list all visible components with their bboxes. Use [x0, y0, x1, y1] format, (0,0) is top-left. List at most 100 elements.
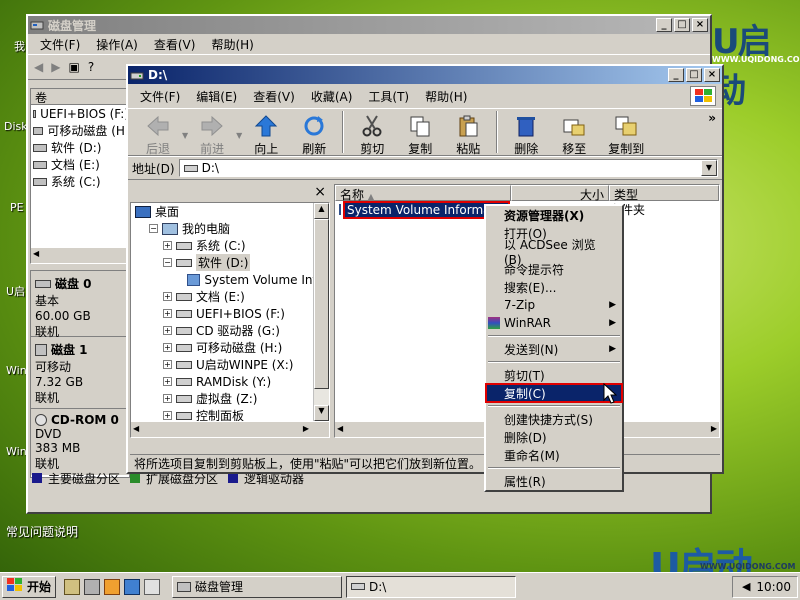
taskbar-item-explorer[interactable]: D:\	[346, 575, 517, 598]
address-input[interactable]: D:\ ▼	[178, 159, 718, 177]
quick-launch-tool-icon[interactable]	[84, 578, 101, 595]
expand-icon[interactable]: +	[163, 394, 172, 403]
tree-item[interactable]: 桌面	[131, 203, 329, 220]
context-menu-item[interactable]: 删除(D)	[486, 428, 622, 446]
tree-item[interactable]: System Volume Infor	[131, 271, 329, 288]
desktop-label[interactable]: Win	[6, 445, 27, 458]
maximize-button[interactable]: □	[674, 18, 690, 32]
address-dropdown-icon[interactable]: ▼	[701, 160, 717, 176]
copy-button[interactable]: 复制	[396, 111, 444, 157]
forward-arrow-icon[interactable]: ▶	[51, 60, 60, 74]
clock[interactable]: 10:00	[756, 580, 791, 594]
disk-0-block[interactable]: 磁盘 0 基本 60.00 GB 联机	[31, 271, 129, 339]
paste-button[interactable]: 粘贴	[444, 111, 492, 157]
delete-button[interactable]: 删除	[502, 111, 550, 157]
context-menu-item[interactable]: 复制(C)	[485, 383, 623, 403]
tree-item[interactable]: + RAMDisk (Y:)	[131, 373, 329, 390]
menu-action[interactable]: 操作(A)	[88, 36, 146, 53]
tree-item[interactable]: + 系统 (C:)	[131, 237, 329, 254]
minimize-button[interactable]: _	[656, 18, 672, 32]
tree-item[interactable]: + UEFI+BIOS (F:)	[131, 305, 329, 322]
expand-icon[interactable]: +	[163, 241, 172, 250]
back-button[interactable]: 后退	[134, 111, 182, 157]
cut-button[interactable]: 剪切	[348, 111, 396, 157]
volume-item[interactable]: UEFI+BIOS (F:)	[31, 105, 129, 122]
tree-item[interactable]: + 文档 (E:)	[131, 288, 329, 305]
quick-launch-folder-icon[interactable]	[104, 578, 121, 595]
expand-icon[interactable]: +	[163, 326, 172, 335]
scroll-left-icon[interactable]: ◀	[337, 424, 343, 433]
maximize-button[interactable]: □	[686, 68, 702, 82]
menu-favorites[interactable]: 收藏(A)	[303, 88, 361, 105]
collapse-icon[interactable]: −	[163, 258, 172, 267]
close-button[interactable]: ×	[704, 68, 720, 82]
desktop-label[interactable]: 我	[14, 38, 25, 54]
scroll-right-icon[interactable]: ▶	[711, 424, 717, 433]
desktop-label[interactable]: U启	[6, 283, 25, 299]
faq-shortcut-label[interactable]: 常见问题说明	[6, 523, 78, 540]
close-button[interactable]: ×	[692, 18, 708, 32]
folder-tree[interactable]: 桌面 − 我的电脑 + 系统 (C:) − 软件 (D:) System Volume Inf…	[130, 202, 330, 438]
volume-item[interactable]: 文档 (E:)	[31, 156, 129, 173]
context-menu-item[interactable]: 剪切(T)	[486, 366, 622, 384]
context-menu-item[interactable]: 7-Zip ▶	[486, 296, 622, 314]
context-menu-item[interactable]: 以 ACDSee 浏览(B)	[486, 238, 622, 267]
tree-hscrollbar[interactable]: ◀ ▶	[131, 421, 329, 437]
tree-item[interactable]: + 可移动磁盘 (H:)	[131, 339, 329, 356]
scroll-up-icon[interactable]: ▲	[314, 203, 329, 219]
taskbar-item-disk-management[interactable]: 磁盘管理	[172, 575, 343, 598]
minimize-button[interactable]: _	[668, 68, 684, 82]
column-size[interactable]: 大小	[511, 185, 609, 202]
toolbar-more-icon[interactable]: »	[708, 111, 716, 125]
explorer-titlebar[interactable]: D:\ _ □ ×	[128, 66, 722, 84]
volume-hscrollbar[interactable]: ◀	[31, 247, 129, 263]
expand-icon[interactable]: +	[163, 411, 172, 420]
tree-item[interactable]: + U启动WINPE (X:)	[131, 356, 329, 373]
desktop-label[interactable]: Disk	[4, 120, 28, 133]
tree-item[interactable]: + CD 驱动器 (G:)	[131, 322, 329, 339]
volume-icon[interactable]: ◀	[742, 580, 750, 593]
tree-item[interactable]: − 我的电脑	[131, 220, 329, 237]
expand-icon[interactable]: +	[163, 377, 172, 386]
disk-management-titlebar[interactable]: 磁盘管理 _ □ ×	[28, 16, 710, 34]
expand-icon[interactable]: +	[163, 360, 172, 369]
console-tree-icon[interactable]: ▣	[68, 60, 79, 74]
menu-help[interactable]: 帮助(H)	[417, 88, 475, 105]
menu-help[interactable]: 帮助(H)	[203, 36, 261, 53]
scroll-left-icon[interactable]: ◀	[133, 424, 139, 433]
menu-view[interactable]: 查看(V)	[146, 36, 204, 53]
quick-launch-desktop-icon[interactable]	[64, 578, 81, 595]
copy-to-button[interactable]: 复制到	[598, 111, 654, 157]
desktop-label[interactable]: PE	[10, 201, 24, 214]
volume-item[interactable]: 可移动磁盘 (H:	[31, 122, 129, 139]
volume-list-header[interactable]: 卷	[31, 89, 129, 105]
scroll-down-icon[interactable]: ▼	[314, 405, 329, 421]
collapse-icon[interactable]: −	[149, 224, 158, 233]
start-button[interactable]: 开始	[2, 575, 57, 598]
help-icon[interactable]: ?	[88, 60, 94, 74]
menu-tools[interactable]: 工具(T)	[360, 88, 417, 105]
cdrom-0-block[interactable]: CD-ROM 0 DVD 383 MB 联机	[31, 409, 129, 475]
context-menu-item[interactable]: 搜索(E)...	[486, 278, 622, 296]
context-menu-item[interactable]: 命令提示符	[486, 260, 622, 278]
expand-icon[interactable]: +	[163, 343, 172, 352]
context-menu-item[interactable]: 属性(R)	[486, 472, 622, 490]
scroll-right-icon[interactable]: ▶	[303, 424, 309, 433]
context-menu-item[interactable]: 资源管理器(X)	[486, 206, 622, 224]
expand-icon[interactable]: +	[163, 309, 172, 318]
tree-item[interactable]: − 软件 (D:)	[131, 254, 329, 271]
column-type[interactable]: 类型	[609, 185, 719, 202]
menu-file[interactable]: 文件(F)	[32, 36, 88, 53]
disk-1-block[interactable]: 磁盘 1 可移动 7.32 GB 联机	[31, 337, 129, 409]
back-arrow-icon[interactable]: ◀	[34, 60, 43, 74]
menu-view[interactable]: 查看(V)	[245, 88, 303, 105]
explorer-window[interactable]: D:\ _ □ × 文件(F) 编辑(E) 查看(V) 收藏(A) 工具(T) …	[126, 64, 724, 474]
context-menu[interactable]: 资源管理器(X) 打开(O) 以 ACDSee 浏览(B) 命令提示符 搜索(E)...…	[484, 204, 624, 492]
up-button[interactable]: 向上	[242, 111, 290, 157]
context-menu-item[interactable]: WinRAR ▶	[486, 314, 622, 332]
volume-list[interactable]: 卷 UEFI+BIOS (F:) 可移动磁盘 (H: 软件 (D:) 文档 (E…	[30, 88, 130, 264]
scroll-thumb[interactable]	[314, 219, 329, 389]
menu-edit[interactable]: 编辑(E)	[188, 88, 245, 105]
quick-launch-eraser-icon[interactable]	[144, 578, 161, 595]
expand-icon[interactable]: +	[163, 292, 172, 301]
